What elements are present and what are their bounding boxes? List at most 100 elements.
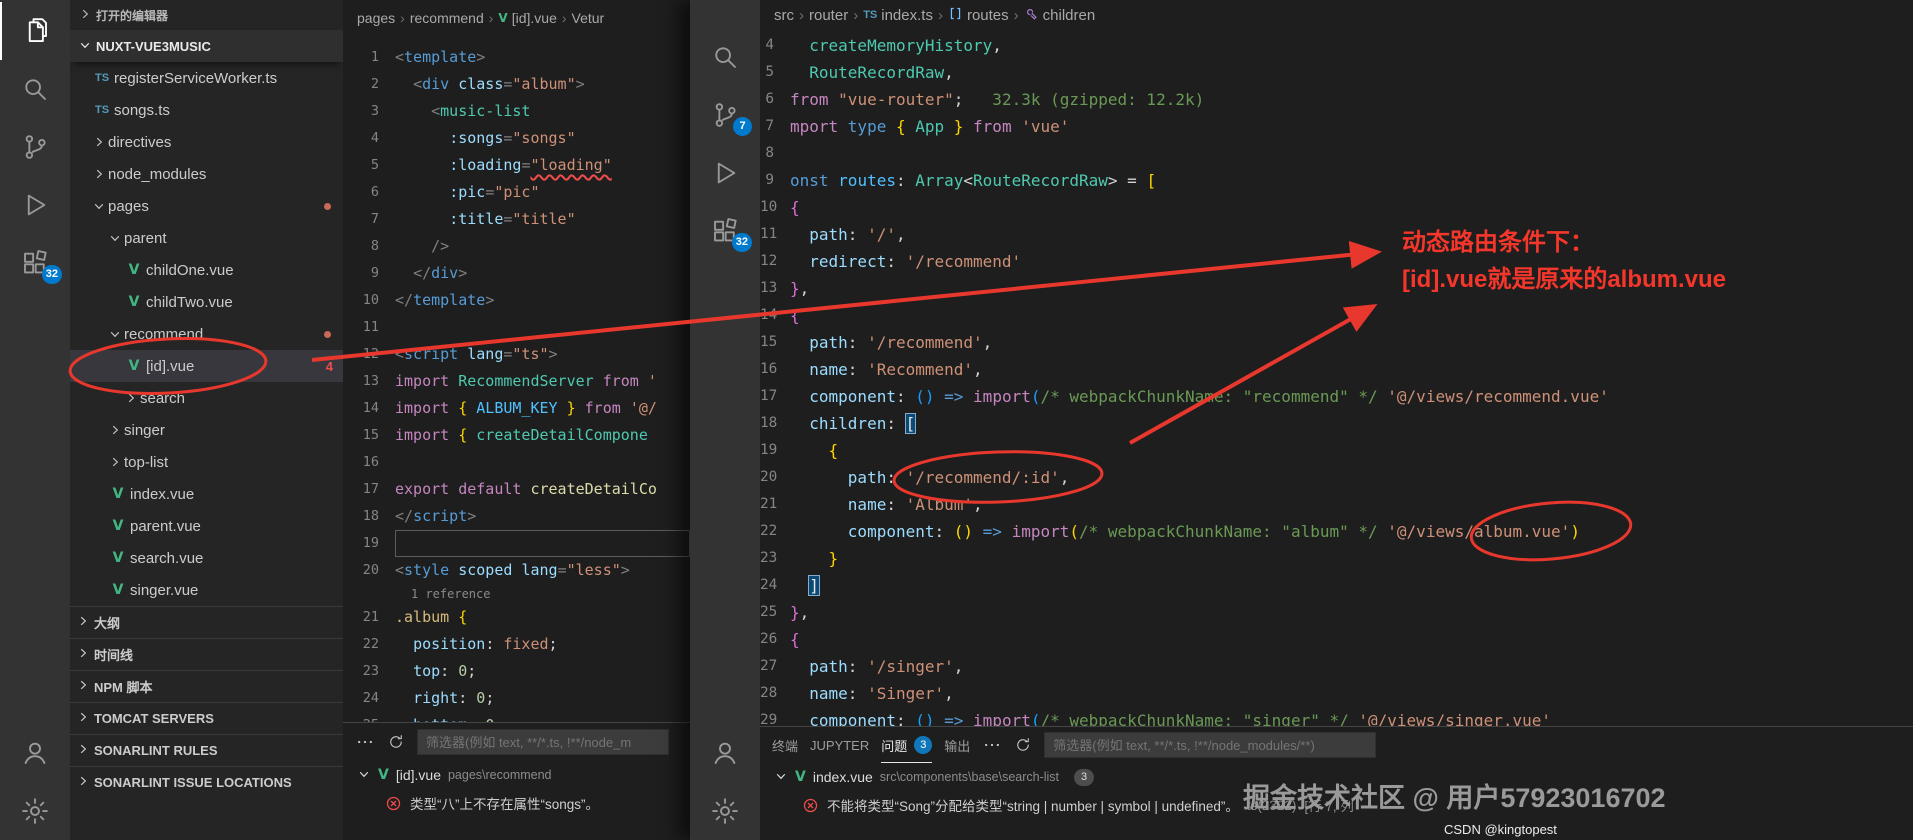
code-line-2[interactable]: 2 <div class="album"> (343, 71, 690, 98)
problems-filter-input[interactable] (417, 729, 669, 755)
problems-filter-input[interactable] (1044, 732, 1377, 758)
code-line-18[interactable]: 18 </script> (343, 503, 690, 530)
run-debug-icon[interactable] (0, 176, 70, 234)
more-actions-icon[interactable] (355, 732, 375, 752)
search-icon[interactable] (0, 60, 70, 118)
code-line-26[interactable]: 26{ (760, 626, 1913, 653)
problems-error-row[interactable]: 不能将类型“Song”分配给类型“string | number | symbo… (760, 791, 1913, 819)
problems-file-row[interactable]: V [id].vue pages\recommend (343, 761, 690, 789)
code-line-19[interactable]: 19 { (760, 437, 1913, 464)
sidebar-section-timeline[interactable]: 时间线 (70, 638, 343, 670)
code-line-15[interactable]: 15 import { createDetailCompone (343, 422, 690, 449)
breadcrumb-item-src[interactable]: src (774, 7, 794, 24)
code-line-17[interactable]: 17 component: () => import(/* webpackChu… (760, 383, 1913, 410)
breadcrumb-item-children[interactable]: children (1024, 6, 1095, 25)
sidebar-section-sonarlint-rules[interactable]: SONARLINT RULES (70, 734, 343, 766)
breadcrumb-item-router[interactable]: router (809, 7, 848, 24)
breadcrumb-item-routes[interactable]: routes (948, 6, 1009, 25)
code-line-8[interactable]: 8 /> (343, 233, 690, 260)
more-actions-icon[interactable] (982, 735, 1002, 755)
code-line-7[interactable]: 7 :title="title" (343, 206, 690, 233)
tree-item-search[interactable]: search (70, 382, 343, 414)
account-icon[interactable] (0, 724, 70, 782)
code-line-27[interactable]: 27 path: '/singer', (760, 653, 1913, 680)
code-line-13[interactable]: 13}, (760, 275, 1913, 302)
tree-item-singer[interactable]: singer (70, 414, 343, 446)
code-line-10[interactable]: 10{ (760, 194, 1913, 221)
code-line-16[interactable]: 16 (343, 449, 690, 476)
code-line-18[interactable]: 18 children: [ (760, 410, 1913, 437)
code-line-12[interactable]: 12 <script lang="ts"> (343, 341, 690, 368)
code-line-25[interactable]: 25 bottom: 0; (343, 712, 690, 722)
code-line-20[interactable]: 20 path: '/recommend/:id', (760, 464, 1913, 491)
code-line-5[interactable]: 5 RouteRecordRaw, (760, 59, 1913, 86)
problems-file-row[interactable]: V index.vue src\components\base\search-l… (760, 763, 1913, 791)
run-debug-icon[interactable] (690, 144, 760, 202)
breadcrumb-item-pages[interactable]: pages (357, 10, 395, 26)
code-line-4[interactable]: 4 createMemoryHistory, (760, 32, 1913, 59)
sidebar-section-outline[interactable]: 大纲 (70, 606, 343, 638)
code-line-29[interactable]: 29 component: () => import(/* webpackChu… (760, 707, 1913, 726)
code-line-24[interactable]: 24 ] (760, 572, 1913, 599)
tree-item-id-vue[interactable]: V [id].vue 4 (70, 350, 343, 382)
tree-item-search-vue[interactable]: Vsearch.vue (70, 542, 343, 574)
breadcrumb-item-recommend[interactable]: recommend (410, 10, 484, 26)
tree-item-singer-vue[interactable]: Vsinger.vue (70, 574, 343, 606)
code-line-16[interactable]: 16 name: 'Recommend', (760, 356, 1913, 383)
problems-error-row[interactable]: 类型“八”上不存在属性“songs”。 (343, 789, 690, 817)
sidebar-section-sonarlint-issue-locations[interactable]: SONARLINT ISSUE LOCATIONS (70, 766, 343, 798)
code-line-15[interactable]: 15 path: '/recommend', (760, 329, 1913, 356)
tree-item-directives[interactable]: directives (70, 126, 343, 158)
code-line-7[interactable]: 7 mport type { App } from 'vue' (760, 113, 1913, 140)
tree-item-registerserviceworker-ts[interactable]: TS registerServiceWorker.ts (70, 62, 343, 94)
codelens-reference[interactable]: 1 reference (343, 584, 690, 604)
code-line-1[interactable]: 1 <template> (343, 44, 690, 71)
tree-item-parent[interactable]: parent (70, 222, 343, 254)
settings-icon[interactable] (690, 782, 760, 840)
code-line-22[interactable]: 22 component: () => import(/* webpackChu… (760, 518, 1913, 545)
breadcrumb-item-index-ts[interactable]: TS index.ts (863, 7, 933, 24)
code-line-11[interactable]: 11 (343, 314, 690, 341)
tree-item-top-list[interactable]: top-list (70, 446, 343, 478)
source-control-icon[interactable] (0, 118, 70, 176)
open-editors-header[interactable]: 打开的编辑器 (70, 0, 343, 30)
sidebar-section-npm-scripts[interactable]: NPM 脚本 (70, 670, 343, 702)
code-line-9[interactable]: 9 </div> (343, 260, 690, 287)
panel-tab-output[interactable]: 输出 (944, 727, 970, 763)
code-line-28[interactable]: 28 name: 'Singer', (760, 680, 1913, 707)
code-line-23[interactable]: 23 top: 0; (343, 658, 690, 685)
tree-item-childone-vue[interactable]: VchildOne.vue (70, 254, 343, 286)
tree-item-index-vue[interactable]: Vindex.vue (70, 478, 343, 510)
tree-item-recommend[interactable]: recommend (70, 318, 343, 350)
code-line-8[interactable]: 8 (760, 140, 1913, 167)
extensions-icon[interactable]: 32 (0, 234, 70, 292)
account-icon[interactable] (690, 724, 760, 782)
code-line-19[interactable]: 19 (343, 530, 690, 557)
files-icon[interactable] (0, 2, 70, 60)
tree-item-parent-vue[interactable]: Vparent.vue (70, 510, 343, 542)
code-line-23[interactable]: 23 } (760, 545, 1913, 572)
code-line-25[interactable]: 25}, (760, 599, 1913, 626)
code-line-3[interactable]: 3 <music-list (343, 98, 690, 125)
breadcrumb-item--id-vue[interactable]: V [id].vue (498, 10, 556, 26)
refresh-icon[interactable] (387, 733, 405, 751)
code-line-9[interactable]: 9 onst routes: Array<RouteRecordRaw> = [ (760, 167, 1913, 194)
tree-item-childtwo-vue[interactable]: VchildTwo.vue (70, 286, 343, 318)
tree-item-songs-ts[interactable]: TS songs.ts (70, 94, 343, 126)
refresh-icon[interactable] (1014, 736, 1032, 754)
sidebar-section-tomcat-servers[interactable]: TOMCAT SERVERS (70, 702, 343, 734)
tree-item-pages[interactable]: pages (70, 190, 343, 222)
code-line-4[interactable]: 4 :songs="songs" (343, 125, 690, 152)
panel-tab-jupyter[interactable]: JUPYTER (810, 727, 869, 763)
code-line-17[interactable]: 17 export default createDetailCo (343, 476, 690, 503)
code-line-6[interactable]: 6 :pic="pic" (343, 179, 690, 206)
panel-tab-problems[interactable]: 问题 3 (881, 727, 933, 763)
breadcrumb-item-vetur[interactable]: Vetur (572, 10, 605, 26)
code-line-10[interactable]: 10 </template> (343, 287, 690, 314)
code-line-5[interactable]: 5 :loading="loading" (343, 152, 690, 179)
code-line-21[interactable]: 21 .album { (343, 604, 690, 631)
code-line-21[interactable]: 21 name: 'Album', (760, 491, 1913, 518)
source-control-icon[interactable]: 7 (690, 86, 760, 144)
code-line-6[interactable]: 6 from "vue-router"; 32.3k (gzipped: 12.2… (760, 86, 1913, 113)
search-icon[interactable] (690, 28, 760, 86)
